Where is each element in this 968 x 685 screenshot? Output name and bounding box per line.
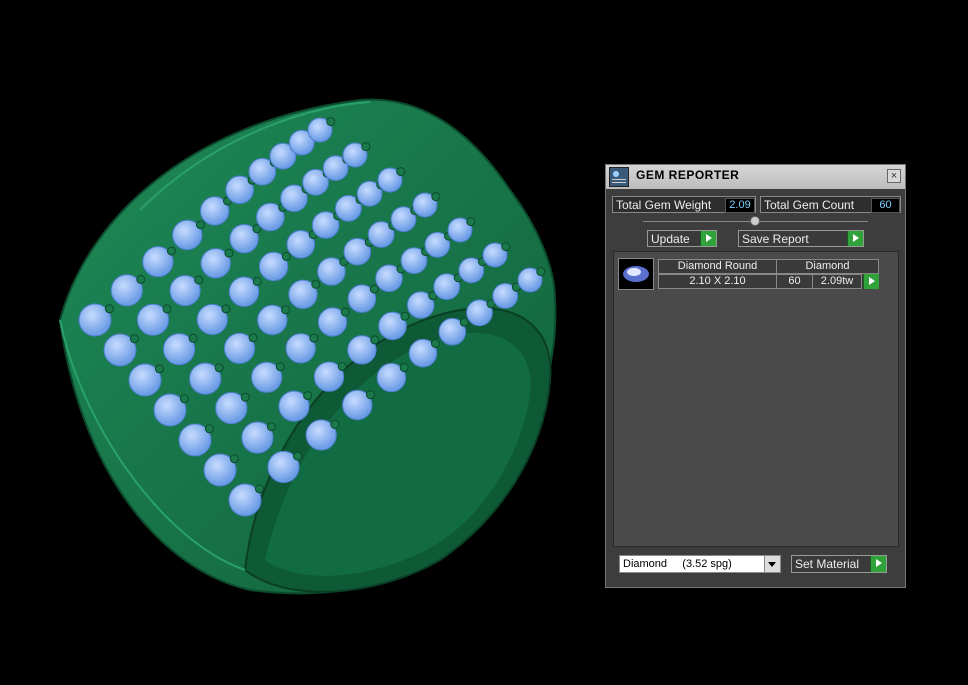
gem-weight-cell: 2.09tw (812, 274, 862, 289)
gem-row-action-button[interactable] (862, 274, 879, 289)
prong (240, 392, 250, 402)
prong (459, 317, 469, 327)
prong (204, 424, 214, 434)
prong (252, 276, 262, 286)
prong (281, 252, 291, 261)
close-button[interactable]: × (887, 169, 901, 183)
prong (340, 307, 350, 317)
prong (396, 167, 406, 177)
gem-count-cell: 60 (776, 274, 813, 289)
prong (196, 220, 205, 230)
gem-name-header: Diamond Round (658, 259, 777, 274)
divider-handle[interactable] (750, 216, 760, 226)
gem-list: Diamond Round Diamond 2.10 X 2.10 60 2.0… (613, 251, 899, 547)
prong (136, 274, 146, 284)
play-arrow-icon (847, 231, 863, 246)
prong (366, 390, 375, 400)
save-report-button[interactable]: Save Report (738, 230, 864, 247)
prong (309, 333, 319, 343)
prong (400, 311, 410, 321)
total-gem-count-label: Total Gem Count (764, 198, 855, 212)
prong (293, 451, 302, 461)
diamond-thumbnail-icon (618, 258, 654, 290)
prong (266, 422, 276, 432)
gem-reporter-panel: GEM REPORTER × Total Gem Weight 2.09 Tot… (605, 164, 906, 588)
set-material-button-label: Set Material (795, 557, 860, 571)
prong (281, 305, 290, 315)
prong (311, 279, 321, 289)
prong (229, 454, 239, 464)
prong (248, 333, 258, 343)
save-report-button-label: Save Report (742, 232, 809, 246)
prong (214, 363, 224, 373)
prong (303, 391, 313, 401)
prong (536, 267, 546, 277)
prong (430, 339, 440, 348)
prong (337, 361, 347, 371)
update-button[interactable]: Update (647, 230, 717, 247)
play-arrow-icon (870, 556, 886, 572)
gem-size-cell: 2.10 X 2.10 (658, 274, 777, 289)
prong (104, 304, 114, 314)
gem-material-header: Diamond (776, 259, 879, 274)
total-gem-count-box: Total Gem Count 60 (760, 196, 901, 213)
prong (188, 333, 198, 343)
play-arrow-icon (863, 274, 879, 289)
prong (162, 304, 172, 314)
prong (167, 246, 176, 256)
prong (221, 304, 231, 314)
panel-title-bar[interactable]: GEM REPORTER × (606, 165, 905, 189)
total-gem-weight-label: Total Gem Weight (616, 198, 712, 212)
prong (370, 335, 380, 345)
prong (254, 484, 264, 494)
total-gem-weight-value: 2.09 (725, 198, 755, 213)
update-button-label: Update (651, 232, 690, 246)
prong (369, 284, 379, 294)
ring-model (58, 98, 557, 595)
prong (330, 420, 340, 429)
prong (275, 362, 285, 372)
prong (194, 275, 204, 285)
prong (179, 394, 189, 404)
chevron-down-icon[interactable] (764, 556, 780, 572)
play-arrow-icon (700, 231, 716, 246)
prong (431, 192, 441, 202)
set-material-button[interactable]: Set Material (791, 555, 887, 573)
prong (129, 334, 139, 344)
prong (361, 142, 371, 152)
prong (154, 364, 164, 374)
material-select-value: Diamond (3.52 spg) (623, 558, 732, 570)
prong (326, 117, 336, 127)
gem-reporter-icon (609, 167, 629, 187)
material-select[interactable]: Diamond (3.52 spg) (619, 555, 781, 573)
prong (399, 363, 409, 373)
prong (224, 248, 234, 258)
prong (466, 217, 476, 227)
total-gem-weight-box: Total Gem Weight 2.09 (612, 196, 756, 213)
panel-title: GEM REPORTER (636, 168, 740, 182)
total-gem-count-value: 60 (871, 198, 900, 213)
prong (501, 242, 511, 252)
